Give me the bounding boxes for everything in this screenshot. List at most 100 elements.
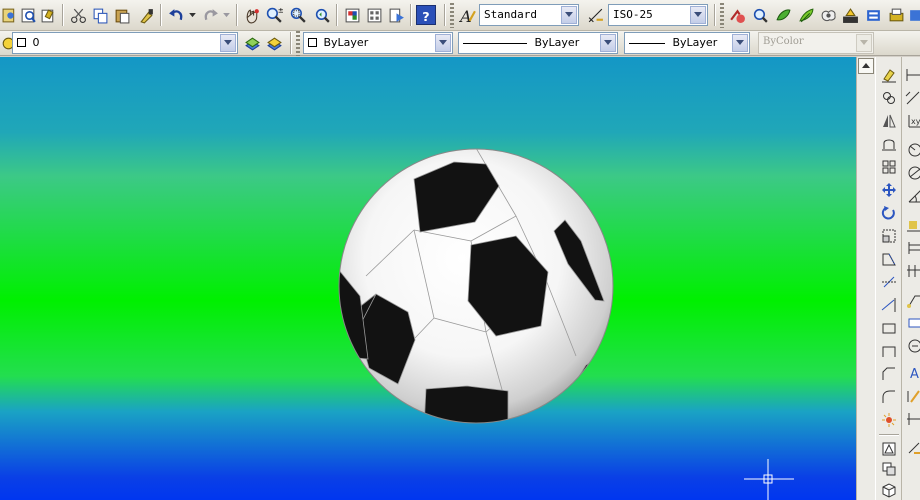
join-icon[interactable] (879, 341, 899, 361)
leader-icon[interactable] (903, 290, 920, 310)
dim-style-value: ISO-25 (613, 8, 653, 21)
center-mark-icon[interactable] (903, 336, 920, 356)
match-properties-icon[interactable] (136, 5, 156, 25)
draw-order-icon[interactable] (879, 439, 899, 459)
chevron-down-icon[interactable] (435, 34, 451, 52)
erase-icon[interactable] (879, 65, 899, 85)
lineweight-combo[interactable]: ByLayer (624, 32, 750, 54)
aligned-dim-icon[interactable] (903, 88, 920, 108)
move-icon[interactable] (879, 180, 899, 200)
trim-icon[interactable] (879, 272, 899, 292)
chevron-down-icon[interactable] (690, 6, 706, 24)
current-layer-value: 0 (32, 36, 40, 49)
text-style-combo[interactable]: Standard (479, 4, 579, 26)
help-icon[interactable]: ? (416, 5, 436, 25)
dim-text-edit-icon[interactable] (903, 386, 920, 406)
dim-style-combo[interactable]: ISO-25 (608, 4, 708, 26)
materials-icon[interactable] (773, 5, 793, 25)
pan-icon[interactable] (242, 5, 262, 25)
render-scene-icon[interactable] (750, 5, 770, 25)
soccer-ball-render (338, 148, 614, 424)
chevron-down-icon[interactable] (220, 34, 236, 52)
standard-toolbar: ± ? A Standard ISO-25 (0, 0, 920, 31)
plot-style-value: ByColor (763, 36, 804, 47)
radius-dim-icon[interactable] (903, 140, 920, 160)
sheet-set-icon[interactable] (38, 5, 58, 25)
render-lights-icon[interactable] (727, 5, 747, 25)
angular-dim-icon[interactable] (903, 186, 920, 206)
render-settings-icon[interactable] (906, 5, 920, 25)
zoom-previous-icon[interactable] (312, 5, 332, 25)
svg-text:A: A (459, 7, 472, 24)
layer-combo[interactable]: 0 (12, 32, 238, 54)
linetype-preview (463, 42, 527, 44)
chevron-down-icon[interactable] (561, 6, 577, 24)
ordinate-dim-icon[interactable]: xy (903, 111, 920, 131)
layer-color-swatch (17, 38, 26, 47)
design-center-2-icon[interactable] (364, 5, 384, 25)
scroll-up-icon[interactable] (858, 58, 874, 74)
undo-icon[interactable] (166, 5, 186, 25)
design-center-icon[interactable] (0, 5, 20, 25)
quick-dim-icon[interactable] (903, 215, 920, 235)
zoom-realtime-icon[interactable]: ± (264, 5, 284, 25)
dim-edit-icon[interactable]: A (903, 363, 920, 383)
properties-icon[interactable] (342, 5, 362, 25)
baseline-dim-icon[interactable] (903, 238, 920, 258)
layer-previous-icon[interactable] (264, 33, 284, 53)
mirror-icon[interactable] (879, 111, 899, 131)
tool-palettes-2-icon[interactable] (386, 5, 406, 25)
svg-text:?: ? (422, 9, 429, 23)
undo-dropdown-icon[interactable] (186, 5, 198, 25)
render-icon[interactable] (840, 5, 860, 25)
zoom-window-icon[interactable] (288, 5, 308, 25)
statistics-icon[interactable] (863, 5, 883, 25)
svg-text:xy: xy (911, 117, 920, 126)
chevron-down-icon[interactable] (600, 34, 616, 52)
tool-palettes-icon[interactable] (18, 5, 38, 25)
offset-icon[interactable] (879, 134, 899, 154)
linear-dim-icon[interactable] (903, 65, 920, 85)
color-combo[interactable]: ByLayer (303, 32, 453, 54)
fog-icon[interactable] (818, 5, 838, 25)
paste-icon[interactable] (112, 5, 132, 25)
explode-icon[interactable] (879, 410, 899, 430)
break-icon[interactable] (879, 318, 899, 338)
stretch-icon[interactable] (879, 249, 899, 269)
redo-dropdown-icon[interactable] (220, 5, 232, 25)
chevron-down-icon (856, 34, 872, 52)
svg-text:A: A (910, 367, 919, 381)
array-icon[interactable] (879, 157, 899, 177)
layers-properties-toolbar: 0 ByLayer ByLayer ByLayer ByColor (0, 31, 920, 56)
copy-icon[interactable] (90, 5, 110, 25)
plot-style-combo: ByColor (758, 32, 874, 54)
diameter-dim-icon[interactable] (903, 163, 920, 183)
continue-dim-icon[interactable] (903, 261, 920, 281)
tolerance-icon[interactable] (903, 313, 920, 333)
fillet-icon[interactable] (879, 387, 899, 407)
landscape-icon[interactable] (796, 5, 816, 25)
chamfer-icon[interactable] (879, 364, 899, 384)
make-object-layer-current-icon[interactable] (242, 33, 262, 53)
extend-icon[interactable] (879, 295, 899, 315)
linetype-combo[interactable]: ByLayer (458, 32, 618, 54)
copy-object-icon[interactable] (879, 88, 899, 108)
scale-icon[interactable] (879, 226, 899, 246)
color-swatch (308, 38, 317, 47)
cut-icon[interactable] (68, 5, 88, 25)
text-style-icon[interactable]: A (457, 5, 477, 25)
dim-style-icon[interactable] (585, 5, 605, 25)
vertical-scrollbar[interactable] (856, 57, 875, 500)
region-icon[interactable] (879, 459, 899, 479)
linetype-value: ByLayer (534, 36, 580, 49)
dim-update-icon[interactable] (903, 409, 920, 429)
modify-toolbar (875, 57, 901, 500)
box-3d-icon[interactable] (879, 480, 899, 500)
plot-icon[interactable] (886, 5, 906, 25)
rotate-icon[interactable] (879, 203, 899, 223)
chevron-down-icon[interactable] (732, 34, 748, 52)
drawing-canvas[interactable] (0, 57, 856, 500)
redo-icon[interactable] (200, 5, 220, 25)
dim-style-edit-icon[interactable] (903, 437, 920, 457)
crosshair-cursor-icon (744, 459, 794, 500)
